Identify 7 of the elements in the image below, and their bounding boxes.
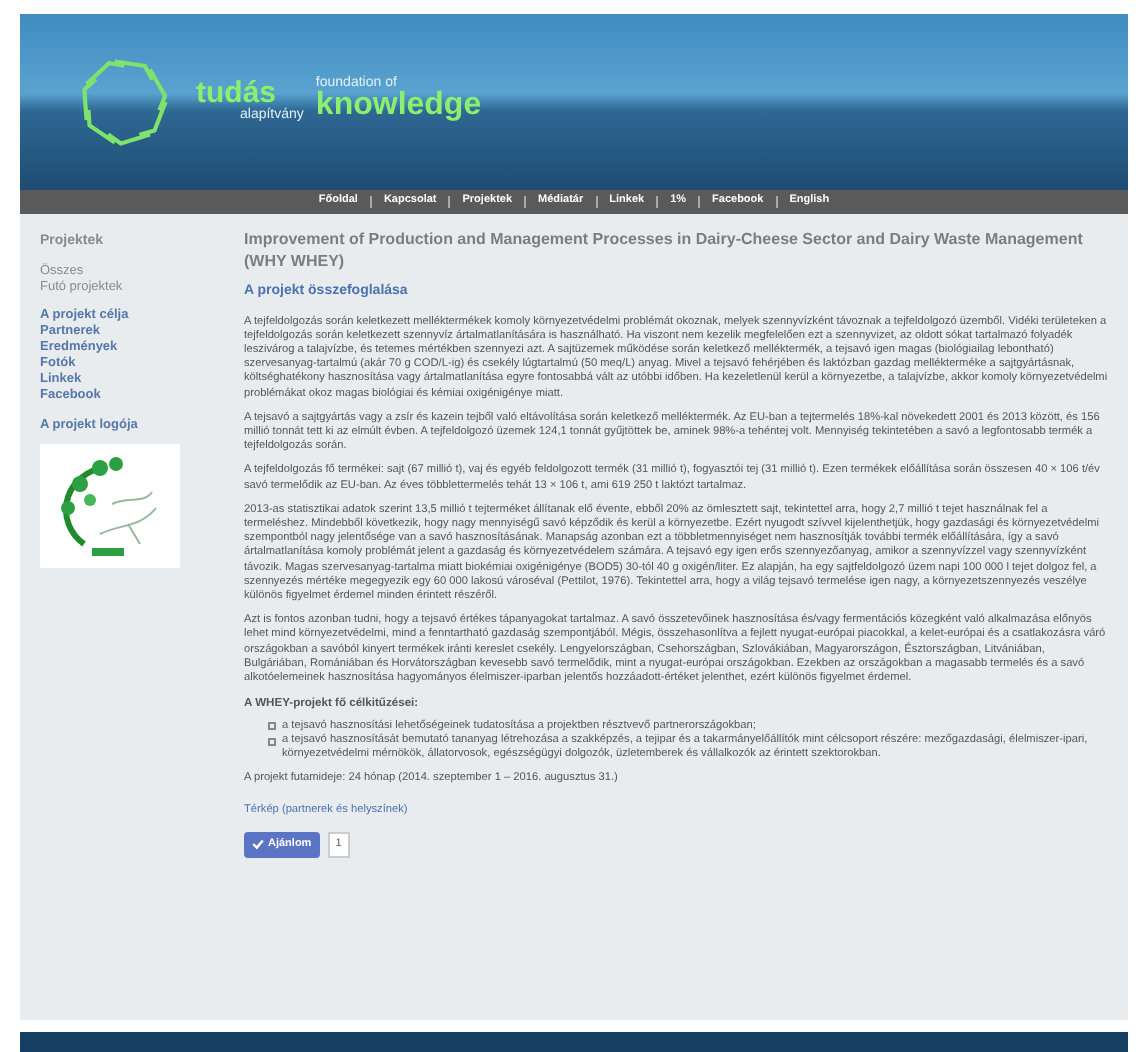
article-title: Improvement of Production and Management Processes in Dairy-Cheese Sector and Dairy Waste Management (WHY WHEY) [244,228,1085,272]
square-bullet-icon [268,737,276,746]
check-icon [252,838,264,851]
tree-logo-drawing [40,444,180,569]
logo-word: tudás [196,77,277,107]
square-bullet-icon [268,722,276,731]
logo-word: knowledge [315,89,482,121]
